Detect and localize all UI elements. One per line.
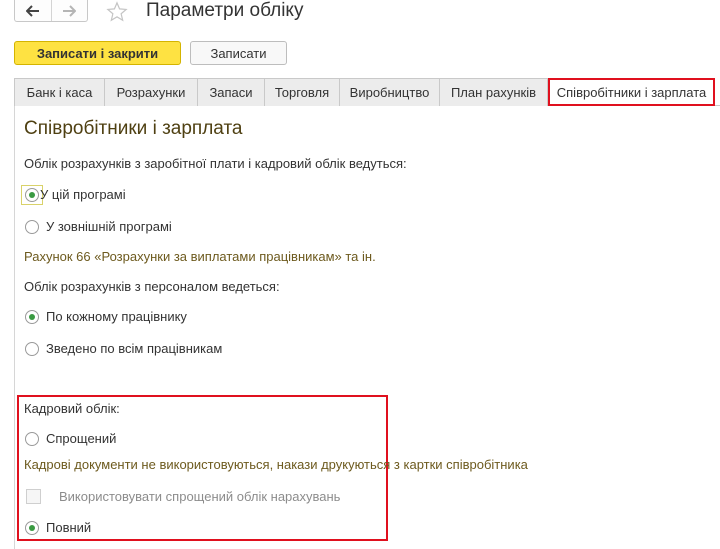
arrow-left-icon xyxy=(25,4,39,17)
account-note: Рахунок 66 «Розрахунки за виплатами прац… xyxy=(24,249,376,264)
save-and-close-button[interactable]: Записати і закрити xyxy=(14,41,181,65)
back-button[interactable] xyxy=(15,0,51,21)
tab-inventory[interactable]: Запаси xyxy=(197,78,265,106)
tab-bank-and-cash[interactable]: Банк і каса xyxy=(14,78,105,106)
radio-in-this-program[interactable]: У цій програмі xyxy=(25,187,126,202)
radio-label: У цій програмі xyxy=(40,187,126,202)
favorite-button[interactable] xyxy=(105,0,129,24)
checkbox[interactable] xyxy=(26,489,41,504)
radio-button[interactable] xyxy=(25,431,39,446)
hr-note: Кадрові документи не використовуються, н… xyxy=(24,457,528,472)
radio-label: Зведено по всім працівникам xyxy=(46,341,223,356)
tab-chart-of-accounts[interactable]: План рахунків xyxy=(439,78,548,106)
radio-label: Повний xyxy=(46,520,92,535)
radio-button[interactable] xyxy=(25,341,39,356)
radio-label: Спрощений xyxy=(46,431,117,446)
forward-button[interactable] xyxy=(50,0,88,21)
radio-button[interactable] xyxy=(25,309,39,324)
radio-button[interactable] xyxy=(25,219,39,234)
radio-hr-simplified[interactable]: Спрощений xyxy=(25,431,116,446)
hr-accounting-label: Кадровий облік: xyxy=(24,401,120,416)
tab-production[interactable]: Виробництво xyxy=(339,78,440,106)
checkbox-label: Використовувати спрощений облік нарахува… xyxy=(59,489,341,504)
tab-settlements[interactable]: Розрахунки xyxy=(104,78,198,106)
checkbox-simplified-accruals[interactable]: Використовувати спрощений облік нарахува… xyxy=(26,489,340,504)
radio-hr-full[interactable]: Повний xyxy=(25,520,91,535)
radio-per-employee[interactable]: По кожному працівнику xyxy=(25,309,187,324)
window-title: Параметри обліку xyxy=(146,0,304,21)
star-icon xyxy=(106,1,128,22)
personnel-settlement-label: Облік розрахунків з персоналом ведеться: xyxy=(24,279,280,294)
radio-label: У зовнішній програмі xyxy=(46,219,172,234)
radio-external-program[interactable]: У зовнішній програмі xyxy=(25,219,172,234)
radio-label: По кожному працівнику xyxy=(46,309,187,324)
tab-employees-and-payroll[interactable]: Співробітники і зарплата xyxy=(548,78,715,106)
radio-summarized[interactable]: Зведено по всім працівникам xyxy=(25,341,222,356)
arrow-right-icon xyxy=(63,4,77,17)
radio-button[interactable] xyxy=(25,520,39,535)
radio-button[interactable] xyxy=(25,187,39,202)
content-border xyxy=(14,106,15,549)
tab-trade[interactable]: Торговля xyxy=(264,78,340,106)
save-button[interactable]: Записати xyxy=(190,41,287,65)
section-title: Співробітники і зарплата xyxy=(24,118,243,139)
payroll-accounting-label: Облік розрахунків з заробітної плати і к… xyxy=(24,156,407,171)
history-nav xyxy=(14,0,88,22)
